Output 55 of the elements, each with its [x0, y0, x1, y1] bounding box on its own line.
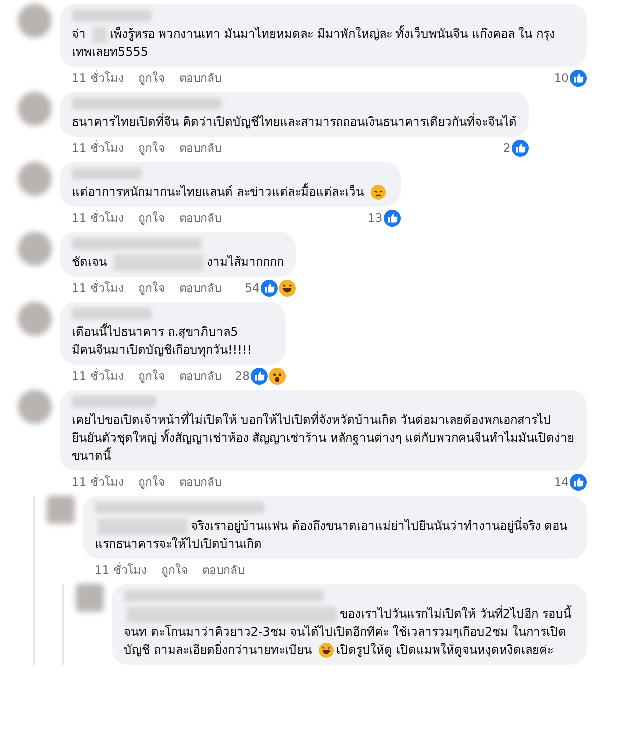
reaction-count: 54 — [245, 281, 260, 295]
comment-time[interactable]: 11 ชั่วโมง — [72, 209, 124, 227]
avatar-placeholder — [18, 92, 52, 126]
avatar-placeholder — [18, 162, 52, 196]
like-link[interactable]: ถูกใจ — [138, 279, 166, 297]
like-link[interactable]: ถูกใจ — [138, 473, 166, 491]
comment-text: แต่อาการหนักมากนะไทยแลนด์ ละข่าวแต่ละมื้อแต่ละเว็น — [72, 183, 389, 201]
comment-text: ของเราไปวันแรกไม่เปิดให้ วันที่2ไปอีก รอบนี้จนท ตะโกนมาว่าคิวยาว2-3ชม จนได้ไปเปิดอีกทีค่ะ ใช้เวลารวมๆเกือบ2ชม ในการเปิดบัญชี ถามละเอียดยิ่งกว่านายทะเบียน เปิดรูปให้ดู เปิดแมพให้ดูจนหงุดหงิดเลยค่ะ — [124, 605, 573, 659]
avatar-placeholder — [18, 302, 52, 336]
reaction-count: 2 — [504, 141, 511, 155]
comment-time[interactable]: 11 ชั่วโมง — [95, 561, 148, 579]
avatar-placeholder — [18, 390, 52, 424]
like-reaction-icon — [250, 368, 268, 384]
comment-time[interactable]: 11 ชั่วโมง — [72, 367, 124, 385]
comment-time[interactable]: 11 ชั่วโมง — [72, 279, 124, 297]
comment-text: จริงเราอยู่บ้านแฟน ต้องถึงขนาดเอาแม่ย่าไปยืนนันว่าทำงานอยู่นี่จริง ตอนแรกธนาคารจะให้ไปเปิดบ้านเกิด — [95, 517, 569, 553]
like-link[interactable]: ถูกใจ — [161, 561, 188, 579]
comment-text: ธนาคารไทยเปิดที่จีน คิดว่าเปิดบัญชีไทยและสามารถถอนเงินธนาคารเดียวกันที่จะจีนได้ — [72, 113, 517, 131]
comment-time[interactable]: 11 ชั่วโมง — [72, 69, 124, 87]
reaction-count: 14 — [554, 475, 569, 489]
like-link[interactable]: ถูกใจ — [138, 367, 166, 385]
comment-text: เดือนนี้ไปธนาคาร ถ.สุขาภิบาล5 มีคนจีนมาเปิดบัญชีเกือบทุกวัน!!!!! — [72, 323, 254, 359]
reaction-count: 28 — [235, 369, 250, 383]
like-link[interactable]: ถูกใจ — [138, 69, 166, 87]
comment-time[interactable]: 11 ชั่วโมง — [72, 473, 124, 491]
comment-text: จ่า เพ็งรู้หรอ พวกงานเทา มันมาไทยหมดละ มีมาพักใหญ่ละ ทั้งเว็บพนันจีน แก๊งคอล ใน กรุงเทพเลยท5555 — [72, 25, 557, 61]
blurred-text — [92, 26, 107, 43]
like-reaction-icon — [570, 70, 587, 86]
blurred-name — [72, 168, 142, 180]
reply-link[interactable]: ตอบกลับ — [179, 139, 222, 157]
like-link[interactable]: ถูกใจ — [138, 209, 166, 227]
reply-link[interactable]: ตอบกลับ — [202, 561, 244, 579]
reply-link[interactable]: ตอบกลับ — [179, 367, 222, 385]
reply-link[interactable]: ตอบกลับ — [179, 209, 222, 227]
reaction-count: 10 — [554, 71, 569, 85]
laughing-face-icon — [318, 643, 334, 658]
comment-text: เคยไปขอเปิดเจ้าหน้าที่ไม่เปิดให้ บอกให้ไปเปิดที่จังหวัดบ้านเกิด วันต่อมาเลยต้องพกเอกสารไปยืนยันตัวชุดใหญ่ ทั้งสัญญาเช่าห้อง สัญญาเช่าร้าน หลักฐานต่างๆ แต่กับพวกคนจีนทำไมมันเปิดง่ายขนาดนี้ — [72, 411, 575, 465]
sad-face-icon — [370, 185, 386, 200]
like-link[interactable]: ถูกใจ — [138, 139, 166, 157]
comment-text: ชัดเจน งามไส้มากกกก — [72, 254, 284, 271]
like-reaction-icon — [260, 280, 278, 296]
like-reaction-icon — [512, 140, 529, 156]
like-reaction-icon — [384, 210, 401, 226]
avatar-placeholder — [76, 584, 104, 612]
reaction-count: 13 — [368, 211, 383, 225]
surprised-face-icon — [268, 368, 286, 384]
reply-link[interactable]: ตอบกลับ — [179, 473, 222, 491]
avatar-placeholder — [18, 4, 52, 38]
comment-time[interactable]: 11 ชั่วโมง — [72, 139, 124, 157]
laughing-face-icon — [278, 280, 296, 296]
avatar-placeholder — [18, 232, 52, 266]
avatar-placeholder — [47, 496, 75, 524]
reply-link[interactable]: ตอบกลับ — [179, 279, 222, 297]
like-reaction-icon — [570, 474, 587, 490]
reply-link[interactable]: ตอบกลับ — [179, 69, 222, 87]
